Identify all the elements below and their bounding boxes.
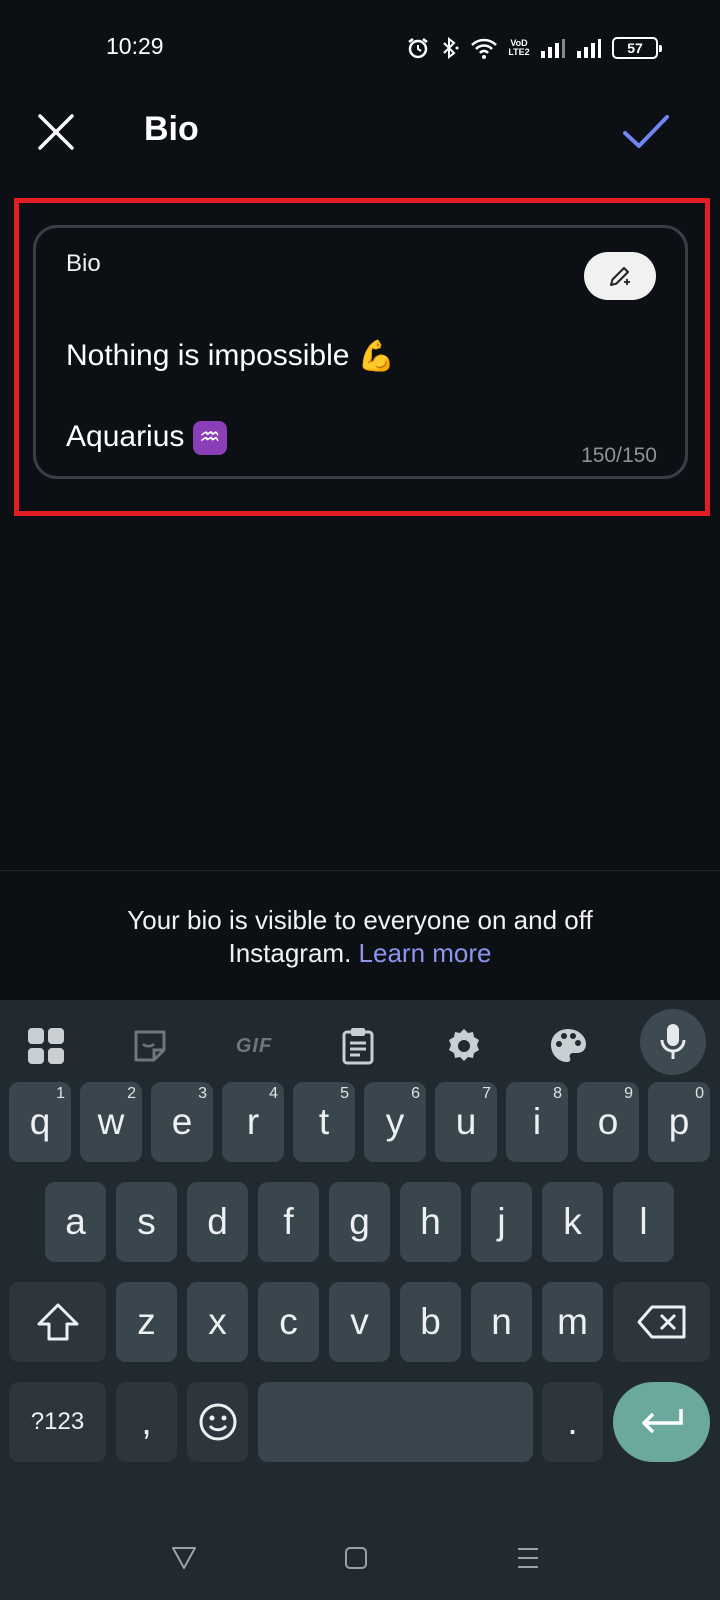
key-w[interactable]: w2 [80,1082,142,1162]
status-bar: 10:29 VoD LTE2 57 [0,0,720,96]
key-z[interactable]: z [116,1282,177,1362]
key-v[interactable]: v [329,1282,390,1362]
back-nav-button[interactable] [162,1536,206,1580]
keyboard: GIF q1 w2 e3 r4 t5 y6 u7 i8 o9 p0 a s d … [0,1000,720,1600]
key-j[interactable]: j [471,1182,532,1262]
page-title: Bio [144,110,199,148]
return-icon [641,1409,683,1434]
key-n[interactable]: n [471,1282,532,1362]
space-key[interactable] [258,1382,533,1462]
key-f[interactable]: f [258,1182,319,1262]
key-b[interactable]: b [400,1282,461,1362]
home-nav-button[interactable] [334,1536,378,1580]
key-x[interactable]: x [187,1282,248,1362]
bio-field-label: Bio [66,250,101,277]
palette-icon [551,1029,586,1062]
key-m[interactable]: m [542,1282,603,1362]
enter-key[interactable] [613,1382,710,1462]
divider [0,870,720,871]
backspace-icon [637,1305,685,1339]
battery-icon: 57 [612,37,662,59]
symbols-key[interactable]: ?123 [9,1382,106,1462]
navigation-bar [0,1514,720,1600]
key-l[interactable]: l [613,1182,674,1262]
grid-icon [28,1028,64,1064]
emoji-key[interactable] [187,1382,248,1462]
menu-lines-icon [518,1548,538,1568]
save-button[interactable] [620,106,672,158]
clipboard-button[interactable] [332,1020,384,1072]
microphone-icon [660,1024,686,1059]
key-h[interactable]: h [400,1182,461,1262]
apps-grid-button[interactable] [20,1020,72,1072]
key-i[interactable]: i8 [506,1082,568,1162]
voice-input-button[interactable] [640,1009,706,1075]
status-icons: VoD LTE2 57 [406,34,662,62]
key-e[interactable]: e3 [151,1082,213,1162]
bio-text[interactable]: Nothing is impossible 💪 Aquarius ♒ [66,296,546,497]
aquarius-emoji: ♒ [192,421,227,456]
key-t[interactable]: t5 [293,1082,355,1162]
wifi-icon [471,38,497,59]
signal-icon-sim1 [541,39,565,58]
clipboard-icon [342,1028,374,1065]
close-button[interactable] [32,108,80,156]
smiley-icon [199,1403,236,1441]
gear-icon [449,1029,479,1061]
learn-more-link[interactable]: Learn more [359,938,492,968]
keyboard-toolbar: GIF [0,1000,720,1092]
bluetooth-icon [443,36,459,60]
header: Bio [0,96,720,168]
sticker-icon [134,1030,166,1062]
key-c[interactable]: c [258,1282,319,1362]
alarm-icon [408,38,428,59]
ai-rewrite-button[interactable] [584,252,656,300]
key-q[interactable]: q1 [9,1082,71,1162]
back-triangle-icon [172,1547,196,1569]
home-square-icon [345,1547,367,1569]
note-line-1: Your bio is visible to everyone on and o… [127,905,593,935]
key-s[interactable]: s [116,1182,177,1262]
comma-key[interactable]: , [116,1382,177,1462]
key-o[interactable]: o9 [577,1082,639,1162]
close-icon [38,114,74,150]
flexed-biceps-icon: 💪 [357,340,396,374]
theme-button[interactable] [542,1020,594,1072]
backspace-key[interactable] [613,1282,710,1362]
shift-icon [37,1303,78,1341]
bio-visibility-note: Your bio is visible to everyone on and o… [0,904,720,970]
shift-key[interactable] [9,1282,106,1362]
gif-button[interactable]: GIF [228,1020,280,1072]
key-u[interactable]: u7 [435,1082,497,1162]
character-count: 150/150 [581,444,657,467]
pencil-sparkle-icon [610,267,630,286]
key-k[interactable]: k [542,1182,603,1262]
key-r[interactable]: r4 [222,1082,284,1162]
key-y[interactable]: y6 [364,1082,426,1162]
bio-input[interactable]: Bio Nothing is impossible 💪 Aquarius ♒ 1… [33,225,688,479]
key-a[interactable]: a [45,1182,106,1262]
bio-line-1: Nothing is impossible [66,339,350,372]
bio-line-2: Aquarius [66,420,185,454]
checkmark-icon [623,115,669,148]
sticker-button[interactable] [124,1020,176,1072]
note-line-2-text: Instagram. [228,938,352,968]
key-g[interactable]: g [329,1182,390,1262]
keyboard-settings-button[interactable] [438,1020,490,1072]
volte-icon: VoD LTE2 [508,38,530,57]
signal-icon-sim2 [577,39,601,58]
gif-label: GIF [235,1034,273,1057]
note-line-2: Instagram. Learn more [0,937,720,970]
key-d[interactable]: d [187,1182,248,1262]
period-key[interactable]: . [542,1382,603,1462]
recents-nav-button[interactable] [506,1536,550,1580]
status-time: 10:29 [106,33,164,59]
key-p[interactable]: p0 [648,1082,710,1162]
